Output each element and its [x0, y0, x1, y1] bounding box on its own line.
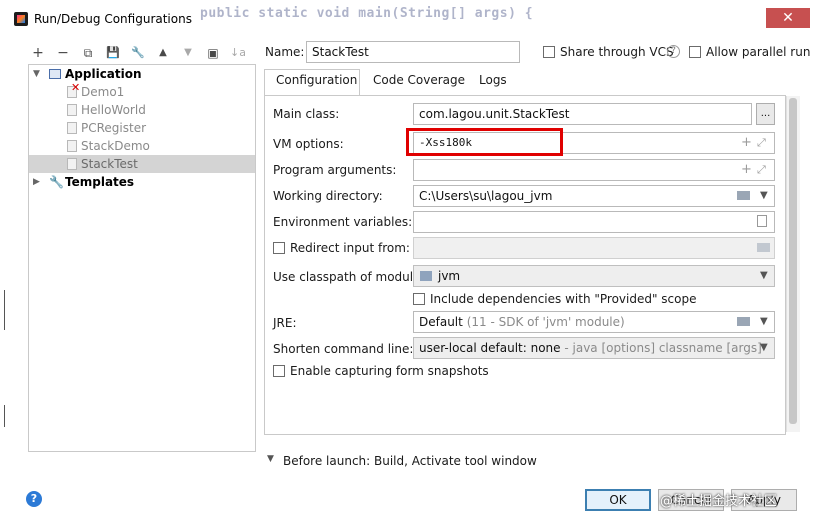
move-up-icon[interactable]: ▲ — [152, 44, 174, 62]
share-vcs-checkbox[interactable] — [543, 46, 555, 58]
tree-item-demo1[interactable]: ✕ Demo1 — [29, 81, 255, 101]
folder-icon[interactable] — [737, 191, 750, 200]
tree-item-stacktest[interactable]: StackTest — [29, 155, 255, 173]
classpath-module-label: Use classpath of module: — [273, 270, 425, 284]
vm-options-highlight — [406, 128, 563, 156]
name-label: Name: — [265, 45, 305, 59]
left-edge-line — [4, 405, 5, 427]
copy-config-icon[interactable]: ⧉ — [77, 44, 99, 62]
include-deps-checkbox[interactable] — [413, 293, 425, 305]
env-vars-label: Environment variables: — [273, 215, 413, 229]
shorten-cmd-hint: - java [options] classname [args] — [564, 341, 762, 355]
form-snapshots-checkbox[interactable] — [273, 365, 285, 377]
config-tree: ▼ Application ✕ Demo1 HelloWorld PCRegis… — [28, 64, 256, 452]
classpath-module-combo[interactable]: jvm — [413, 265, 775, 287]
tree-item-label: StackTest — [81, 157, 138, 171]
run-config-file-icon — [67, 158, 77, 170]
args-add-icon[interactable]: + — [741, 160, 752, 180]
sort-icon[interactable]: ↓a — [227, 44, 249, 62]
save-config-icon[interactable]: 💾 — [102, 44, 124, 62]
redirect-input-label: Redirect input from: — [290, 241, 410, 255]
name-input[interactable]: StackTest — [306, 41, 520, 63]
background-code-text: public static void main(String[] args) { — [200, 6, 534, 21]
redirect-input-checkbox[interactable] — [273, 242, 285, 254]
window-close-button[interactable]: ✕ — [766, 8, 810, 28]
watermark-text: @稀土掘金技术社区 — [660, 494, 778, 509]
error-mark-icon: ✕ — [71, 81, 81, 94]
program-args-label: Program arguments: — [273, 163, 397, 177]
shorten-cmd-value: user-local default: none — [419, 341, 561, 355]
parallel-run-checkbox[interactable] — [689, 46, 701, 58]
jre-label: JRE: — [273, 316, 297, 330]
parallel-run-label: Allow parallel run — [706, 45, 811, 59]
chevron-down-icon[interactable]: ▼ — [760, 186, 768, 206]
working-dir-input[interactable]: C:\Users\su\lagou_jvm — [413, 185, 775, 207]
folder-icon — [757, 243, 770, 252]
shorten-cmd-label: Shorten command line: — [273, 342, 414, 356]
vm-options-label: VM options: — [273, 137, 344, 151]
program-args-input[interactable] — [413, 159, 775, 181]
run-config-file-icon — [67, 140, 77, 152]
ok-button[interactable]: OK — [585, 489, 651, 511]
scrollbar-thumb[interactable] — [789, 98, 797, 424]
jre-value: Default — [419, 315, 463, 329]
share-vcs-label: Share through VCS — [560, 45, 674, 59]
left-edge-line — [4, 290, 5, 330]
intellij-app-icon — [14, 12, 28, 26]
form-snapshots-label: Enable capturing form snapshots — [290, 364, 489, 378]
before-launch-label[interactable]: Before launch: Build, Activate tool wind… — [283, 454, 537, 468]
working-dir-label: Working directory: — [273, 189, 383, 203]
main-class-input[interactable]: com.lagou.unit.StackTest — [413, 103, 752, 125]
browse-main-class-button[interactable]: ... — [756, 103, 775, 125]
application-folder-icon — [49, 69, 61, 79]
tab-logs[interactable]: Logs — [479, 73, 507, 93]
expand-arrow-icon[interactable]: ▼ — [33, 65, 40, 83]
move-down-icon[interactable]: ▼ — [177, 44, 199, 62]
redirect-input-field — [413, 237, 775, 259]
remove-config-icon[interactable]: − — [52, 44, 74, 62]
move-into-folder-icon[interactable]: ▣ — [202, 44, 224, 62]
jre-combo[interactable]: Default (11 - SDK of 'jvm' module) — [413, 311, 775, 333]
jre-hint: (11 - SDK of 'jvm' module) — [466, 315, 625, 329]
tab-code-coverage[interactable]: Code Coverage — [373, 73, 465, 93]
main-class-label: Main class: — [273, 107, 340, 121]
vm-expand-icon[interactable]: ⤢ — [757, 133, 766, 153]
tree-item-templates[interactable]: ▶ 🔧 Templates — [29, 173, 255, 191]
before-launch-toggle-icon[interactable]: ▼ — [267, 449, 274, 469]
tree-item-pcregister[interactable]: PCRegister — [29, 119, 255, 137]
collapse-arrow-icon[interactable]: ▶ — [33, 173, 40, 191]
tree-item-label: Templates — [65, 175, 135, 189]
tree-item-label: StackDemo — [81, 139, 150, 153]
module-folder-icon — [420, 271, 432, 281]
chevron-down-icon[interactable]: ▼ — [760, 338, 768, 358]
window-title: Run/Debug Configurations — [34, 12, 192, 26]
include-deps-label: Include dependencies with "Provided" sco… — [430, 292, 697, 306]
tree-item-label: Demo1 — [81, 85, 125, 99]
vm-add-icon[interactable]: + — [741, 133, 752, 153]
help-icon[interactable]: ? — [26, 491, 42, 507]
edit-defaults-icon[interactable]: 🔧 — [127, 44, 149, 62]
tree-item-label: PCRegister — [81, 121, 147, 135]
tree-item-application[interactable]: ▼ Application — [29, 65, 255, 83]
chevron-down-icon[interactable]: ▼ — [760, 266, 768, 286]
args-expand-icon[interactable]: ⤢ — [757, 160, 766, 180]
env-vars-input[interactable] — [413, 211, 775, 233]
shorten-cmd-combo[interactable]: user-local default: none - java [options… — [413, 337, 775, 359]
chevron-down-icon[interactable]: ▼ — [760, 312, 768, 332]
tab-configuration[interactable]: Configuration — [276, 73, 357, 93]
tree-item-stackdemo[interactable]: StackDemo — [29, 137, 255, 155]
add-config-icon[interactable]: + — [27, 44, 49, 62]
tree-item-label: HelloWorld — [81, 103, 146, 117]
wrench-icon: 🔧 — [49, 175, 64, 189]
run-config-file-icon — [67, 122, 77, 134]
edit-env-icon[interactable] — [757, 215, 767, 227]
run-config-file-icon — [67, 104, 77, 116]
folder-icon[interactable] — [737, 317, 750, 326]
tree-item-helloworld[interactable]: HelloWorld — [29, 101, 255, 119]
help-circle-icon[interactable]: ? — [667, 45, 680, 58]
